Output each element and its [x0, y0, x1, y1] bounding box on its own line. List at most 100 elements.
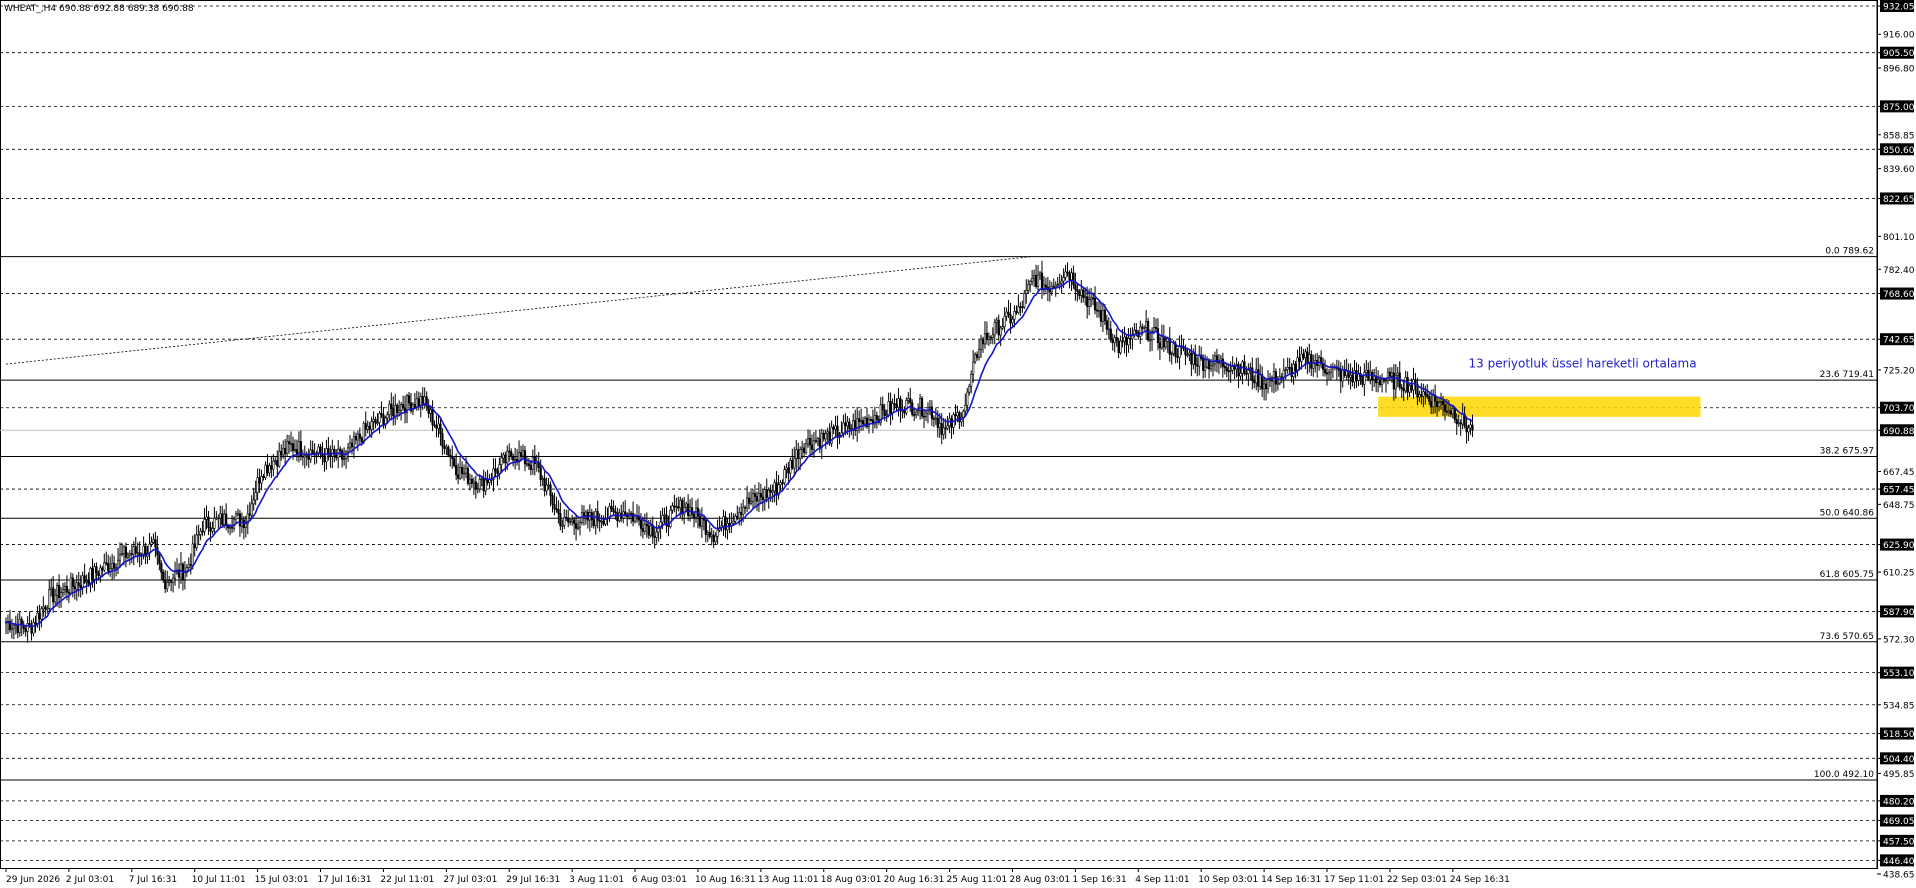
- candle-body: [91, 568, 94, 580]
- candle-body: [380, 413, 383, 416]
- candle-body: [48, 589, 51, 609]
- candle-body: [1198, 354, 1201, 367]
- candle-body: [1349, 374, 1352, 378]
- candle-body: [869, 419, 873, 421]
- candle-body: [1471, 424, 1474, 431]
- candle-body: [543, 478, 546, 492]
- candle-body: [1117, 340, 1120, 354]
- candle-body: [1227, 370, 1230, 373]
- candle-body: [468, 478, 472, 484]
- candle-body: [1467, 427, 1470, 433]
- candle-body: [1025, 289, 1028, 294]
- candle-body: [940, 423, 943, 435]
- candle-body: [266, 464, 269, 474]
- time-tick-label: 13 Aug 11:01: [758, 875, 819, 885]
- candle-body: [578, 522, 582, 528]
- candle-body: [1015, 311, 1018, 313]
- candle-body: [938, 423, 941, 428]
- candle-body: [596, 510, 599, 521]
- candle-body: [449, 454, 452, 457]
- price-tick-label: 858.85: [1883, 131, 1915, 141]
- time-tick-label: 4 Sep 11:01: [1135, 875, 1189, 885]
- candle-body: [981, 338, 985, 345]
- candle-body: [341, 450, 344, 460]
- highlight-zone[interactable]: [1378, 396, 1701, 417]
- price-axis[interactable]: 932.05 916.00 905.50 896.80 875.00 858.85 850.…: [1876, 0, 1915, 881]
- candle-body: [1449, 410, 1452, 415]
- candle-body: [519, 452, 523, 457]
- candle-body: [374, 419, 377, 424]
- candle-body: [920, 398, 924, 417]
- ema-annotation[interactable]: 13 periyotluk üssel hareketli ortalama: [1469, 357, 1697, 371]
- candle-body: [407, 395, 411, 404]
- candle-body: [417, 398, 420, 407]
- candle-body: [1019, 306, 1022, 308]
- candle-body: [836, 425, 839, 438]
- candle-body: [1453, 408, 1456, 420]
- candle-body: [834, 425, 837, 430]
- candle-body: [95, 566, 98, 574]
- candle-body: [641, 528, 645, 532]
- candle-body: [382, 414, 385, 426]
- price-tick-label: 690.88: [1883, 427, 1915, 437]
- candle-body: [702, 518, 705, 521]
- fib-level-label: 100.0 492.10: [1814, 770, 1874, 780]
- candle-body: [158, 554, 161, 564]
- price-chart[interactable]: 0.0 789.62 23.6 719.41 38.2 675.97 50.0 640…: [0, 0, 1916, 888]
- time-tick-label: 22 Jul 11:01: [380, 875, 434, 885]
- candle-body: [653, 535, 656, 538]
- candle-body: [820, 432, 823, 448]
- candle-body: [706, 532, 709, 535]
- candle-body: [484, 479, 487, 492]
- price-tick-label: 742.65: [1883, 336, 1915, 346]
- candle-body: [667, 525, 670, 528]
- candle-body: [968, 386, 971, 393]
- time-tick-label: 28 Aug 03:01: [1009, 875, 1070, 885]
- candle-body: [311, 449, 314, 454]
- candle-body: [252, 499, 255, 505]
- candle-body: [975, 354, 979, 358]
- candle-body: [600, 520, 603, 523]
- candle-body: [171, 577, 175, 583]
- candle-body: [36, 612, 39, 625]
- candle-body: [767, 489, 770, 498]
- candle-body: [396, 404, 399, 414]
- candle-body: [89, 568, 92, 585]
- candle-body: [1158, 342, 1162, 349]
- candle-body: [413, 404, 416, 408]
- candle-body: [111, 562, 114, 569]
- candle-body: [502, 454, 505, 459]
- candle-body: [974, 354, 977, 363]
- candle-body: [462, 472, 466, 475]
- candle-body: [1229, 369, 1232, 372]
- fib-level-label: 73.6 570.65: [1820, 632, 1874, 642]
- time-axis[interactable]: 29 Jun 2026 2 Jul 03:01 7 Jul 16:31 10 Jul …: [5, 868, 1510, 885]
- candle-body: [1186, 354, 1189, 356]
- candle-body: [130, 553, 133, 555]
- candle-body: [61, 589, 65, 594]
- candle-body: [356, 433, 359, 441]
- candle-body: [775, 482, 778, 496]
- candle-body: [1211, 363, 1215, 367]
- candle-body: [533, 456, 536, 465]
- candle-body: [860, 420, 863, 423]
- candle-body: [234, 513, 238, 520]
- candle-body: [1074, 284, 1077, 291]
- candle-body: [687, 503, 690, 516]
- candle-body: [1457, 422, 1460, 425]
- candle-body: [569, 521, 572, 523]
- candle-body: [132, 546, 135, 555]
- candle-body: [1040, 272, 1044, 291]
- candle-body: [1127, 338, 1130, 346]
- candle-body: [1469, 424, 1472, 429]
- candle-body: [759, 492, 762, 498]
- candle-body: [282, 447, 285, 456]
- fib-level-label: 23.6 719.41: [1820, 370, 1874, 380]
- price-tick-label: 625.90: [1883, 541, 1915, 551]
- candle-body: [419, 396, 422, 407]
- candle-body: [217, 517, 220, 520]
- candle-body: [958, 412, 961, 423]
- candle-body: [1129, 338, 1132, 340]
- candle-body: [280, 450, 283, 456]
- candle-body: [118, 553, 122, 561]
